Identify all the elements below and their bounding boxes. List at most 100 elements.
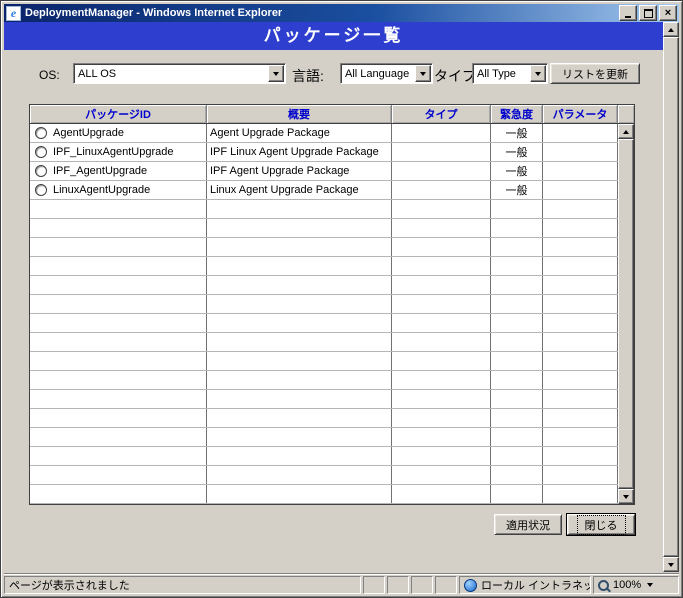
package-radio[interactable] xyxy=(35,184,47,196)
package-id-cell xyxy=(30,371,207,389)
summary-cell xyxy=(207,295,392,313)
param-cell xyxy=(543,409,618,427)
package-radio[interactable] xyxy=(35,165,47,177)
type-dropdown-arrow-icon[interactable] xyxy=(530,65,546,82)
urgency-cell xyxy=(491,447,543,465)
table-row xyxy=(30,276,618,295)
summary-cell xyxy=(207,314,392,332)
zoom-panel[interactable]: 100% xyxy=(593,576,679,594)
urgency-cell xyxy=(491,257,543,275)
maximize-button[interactable] xyxy=(639,5,657,21)
package-id-cell xyxy=(30,257,207,275)
table-row xyxy=(30,428,618,447)
package-id: IPF_LinuxAgentUpgrade xyxy=(53,146,173,158)
param-cell xyxy=(543,333,618,351)
urgency-cell xyxy=(491,409,543,427)
urgency-cell: 一般 xyxy=(491,162,543,180)
package-radio[interactable] xyxy=(35,127,47,139)
param-cell xyxy=(543,447,618,465)
package-id: LinuxAgentUpgrade xyxy=(53,184,150,196)
summary-cell: IPF Agent Upgrade Package xyxy=(207,162,392,180)
param-cell xyxy=(543,276,618,294)
package-id-cell xyxy=(30,466,207,484)
status-message: ページが表示されました xyxy=(9,577,130,593)
zoom-level: 100% xyxy=(613,579,641,591)
package-id-cell xyxy=(30,333,207,351)
table-scrollbar[interactable] xyxy=(618,124,634,504)
table-row xyxy=(30,485,618,504)
column-header-2[interactable]: タイプ xyxy=(392,105,491,123)
page-scroll-down-button[interactable] xyxy=(663,557,679,572)
table-row xyxy=(30,352,618,371)
os-dropdown-arrow-icon[interactable] xyxy=(268,65,284,82)
summary-cell xyxy=(207,352,392,370)
package-id-cell xyxy=(30,200,207,218)
column-header-3[interactable]: 緊急度 xyxy=(491,105,543,123)
close-button[interactable]: × xyxy=(659,5,677,21)
column-header-4[interactable]: パラメータ xyxy=(543,105,618,123)
window-titlebar[interactable]: e DeploymentManager - Windows Internet E… xyxy=(4,4,679,22)
language-dropdown-arrow-icon[interactable] xyxy=(415,65,431,82)
table-scroll-thumb[interactable] xyxy=(618,139,634,489)
package-id-cell xyxy=(30,238,207,256)
param-cell xyxy=(543,200,618,218)
type-cell xyxy=(392,124,491,142)
language-select[interactable]: All Language xyxy=(340,63,433,84)
param-cell xyxy=(543,371,618,389)
type-cell xyxy=(392,162,491,180)
package-radio[interactable] xyxy=(35,146,47,158)
table-rows: AgentUpgradeAgent Upgrade Package一般IPF_L… xyxy=(30,124,618,504)
status-panel-4 xyxy=(435,576,457,594)
zoom-dropdown-icon[interactable] xyxy=(647,583,653,587)
summary-cell xyxy=(207,200,392,218)
package-id-cell xyxy=(30,390,207,408)
package-id-cell: AgentUpgrade xyxy=(30,124,207,142)
package-id-cell xyxy=(30,219,207,237)
package-id-cell xyxy=(30,447,207,465)
type-cell xyxy=(392,428,491,446)
apply-status-label: 適用状況 xyxy=(506,517,550,533)
column-header-0[interactable]: パッケージID xyxy=(30,105,207,123)
package-id-cell xyxy=(30,485,207,503)
summary-cell xyxy=(207,409,392,427)
apply-status-button[interactable]: 適用状況 xyxy=(494,514,562,535)
page-scroll-thumb[interactable] xyxy=(663,37,679,557)
type-cell xyxy=(392,333,491,351)
param-cell xyxy=(543,295,618,313)
refresh-list-button[interactable]: リストを更新 xyxy=(550,63,640,84)
urgency-cell xyxy=(491,485,543,503)
table-row xyxy=(30,219,618,238)
table-row xyxy=(30,447,618,466)
security-zone-panel[interactable]: ローカル イントラネット xyxy=(459,576,591,594)
table-scroll-down-button[interactable] xyxy=(618,489,634,504)
column-header-1[interactable]: 概要 xyxy=(207,105,392,123)
table-row: IPF_AgentUpgradeIPF Agent Upgrade Packag… xyxy=(30,162,618,181)
table-scroll-up-button[interactable] xyxy=(618,124,634,139)
page-scrollbar[interactable] xyxy=(663,22,679,572)
page-content: パッケージ一覧 OS: ALL OS 言語: All Language タイプ:… xyxy=(4,22,663,572)
close-page-button[interactable]: 閉じる xyxy=(567,514,635,535)
summary-cell xyxy=(207,333,392,351)
status-bar: ページが表示されました ローカル イントラネット 100% xyxy=(4,573,679,594)
urgency-cell xyxy=(491,390,543,408)
minimize-button[interactable] xyxy=(619,5,637,21)
package-table: パッケージID概要タイプ緊急度パラメータ AgentUpgradeAgent U… xyxy=(29,104,635,505)
intranet-zone-icon xyxy=(464,579,477,592)
status-panel-2 xyxy=(387,576,409,594)
page-scroll-up-button[interactable] xyxy=(663,22,679,37)
urgency-cell xyxy=(491,219,543,237)
package-id-cell: IPF_AgentUpgrade xyxy=(30,162,207,180)
package-id-cell xyxy=(30,295,207,313)
package-id-cell: IPF_LinuxAgentUpgrade xyxy=(30,143,207,161)
param-cell xyxy=(543,238,618,256)
os-select[interactable]: ALL OS xyxy=(73,63,286,84)
urgency-cell xyxy=(491,371,543,389)
summary-cell xyxy=(207,485,392,503)
param-cell xyxy=(543,428,618,446)
table-row xyxy=(30,333,618,352)
type-select[interactable]: All Type xyxy=(472,63,548,84)
scroll-up-icon xyxy=(668,28,674,32)
package-id: AgentUpgrade xyxy=(53,127,124,139)
client-area: パッケージ一覧 OS: ALL OS 言語: All Language タイプ:… xyxy=(4,22,679,572)
table-row xyxy=(30,466,618,485)
